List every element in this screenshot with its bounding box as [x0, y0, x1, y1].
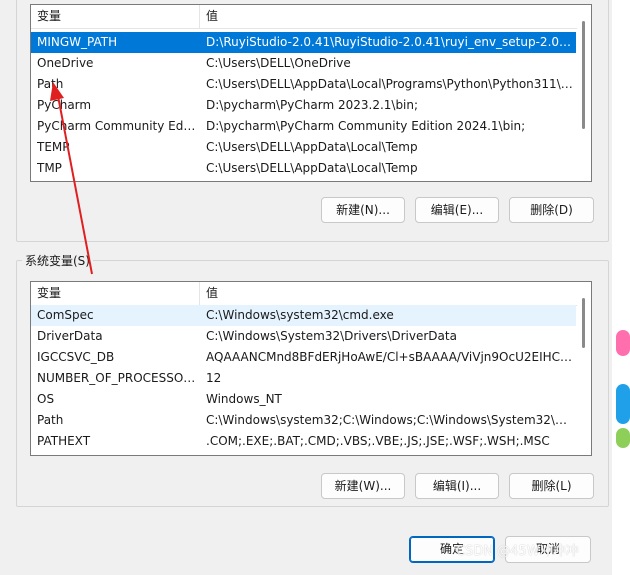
arrow-head [50, 82, 64, 101]
annotation-arrow-icon [50, 82, 93, 275]
arrow-shaft [57, 95, 93, 275]
